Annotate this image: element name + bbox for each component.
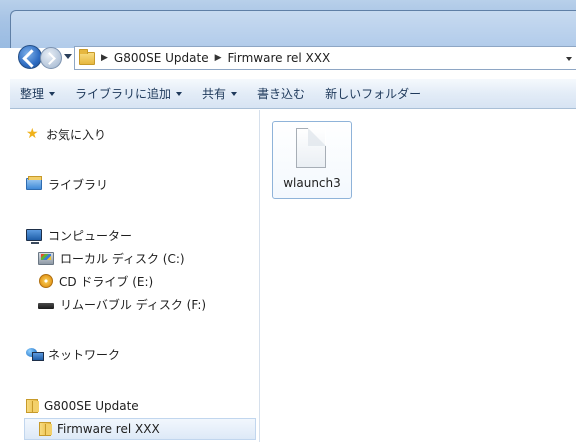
window-frame [10,10,576,48]
command-bar: 整理 ライブラリに追加 共有 書き込む 新しいフォルダー [10,78,576,109]
breadcrumb-item[interactable]: G800SE Update [114,51,209,65]
address-dropdown-icon[interactable] [566,57,572,61]
document-icon [296,128,326,168]
nav-item-libraries[interactable]: ライブラリ [26,173,108,195]
address-bar[interactable]: ▶ G800SE Update ▶ Firmware rel XXX [74,46,576,70]
burn-label: 書き込む [257,87,306,101]
removable-drive-icon [38,303,54,309]
nav-item-label: お気に入り [46,127,107,142]
folder-icon [39,422,52,436]
nav-item-removable-disk[interactable]: リムーバブル ディスク (F:) [38,293,206,315]
nav-item-label: ライブラリ [48,177,109,192]
chevron-down-icon [176,91,183,96]
star-icon: ★ [26,126,39,142]
chevron-down-icon [231,91,238,96]
chevron-down-icon [49,91,56,96]
organize-label: 整理 [20,87,45,101]
breadcrumb-item[interactable]: Firmware rel XXX [228,51,331,65]
nav-item-folder-current[interactable]: Firmware rel XXX [24,418,256,440]
folder-icon [79,48,95,65]
nav-item-cd-drive[interactable]: CD ドライブ (E:) [39,270,153,292]
new-folder-button[interactable]: 新しいフォルダー [325,85,421,102]
nav-item-favorites[interactable]: ★ お気に入り [26,123,106,145]
breadcrumb-chevron-icon[interactable]: ▶ [215,53,222,63]
nav-item-label: ネットワーク [48,347,121,362]
nav-item-folder-parent[interactable]: G800SE Update [26,395,139,417]
nav-item-network[interactable]: ネットワーク [26,343,120,365]
navigation-pane: ★ お気に入り ライブラリ コンピューター ローカル ディスク (C:) CD … [10,110,260,442]
back-arrow-icon[interactable] [18,45,42,69]
include-in-library-label: ライブラリに追加 [75,87,172,101]
nav-item-label: コンピューター [48,228,133,243]
library-icon [26,176,42,190]
organize-button[interactable]: 整理 [20,85,56,102]
nav-item-label: CD ドライブ (E:) [59,274,154,289]
burn-button[interactable]: 書き込む [257,85,305,102]
new-folder-label: 新しいフォルダー [325,87,422,101]
share-label: 共有 [202,87,227,101]
breadcrumb-chevron-icon[interactable]: ▶ [101,53,108,63]
nav-item-label: Firmware rel XXX [57,422,160,436]
address-row: ▶ G800SE Update ▶ Firmware rel XXX [18,45,576,73]
include-in-library-button[interactable]: ライブラリに追加 [75,85,183,102]
file-list[interactable]: wlaunch3 [261,110,576,442]
nav-item-label: ローカル ディスク (C:) [60,251,185,266]
forward-arrow-icon[interactable] [40,47,62,69]
nav-item-label: リムーバブル ディスク (F:) [60,297,207,312]
hard-drive-icon [38,251,54,265]
nav-item-computer[interactable]: コンピューター [26,224,132,246]
nav-item-local-disk[interactable]: ローカル ディスク (C:) [38,247,185,269]
share-button[interactable]: 共有 [202,85,238,102]
file-name: wlaunch3 [283,176,341,190]
cd-drive-icon [39,274,53,288]
nav-item-label: G800SE Update [44,399,139,413]
recent-pages-dropdown-icon[interactable] [64,54,72,59]
folder-icon [26,399,39,413]
computer-icon [26,229,42,244]
file-item[interactable]: wlaunch3 [272,121,352,199]
network-icon [26,348,44,361]
